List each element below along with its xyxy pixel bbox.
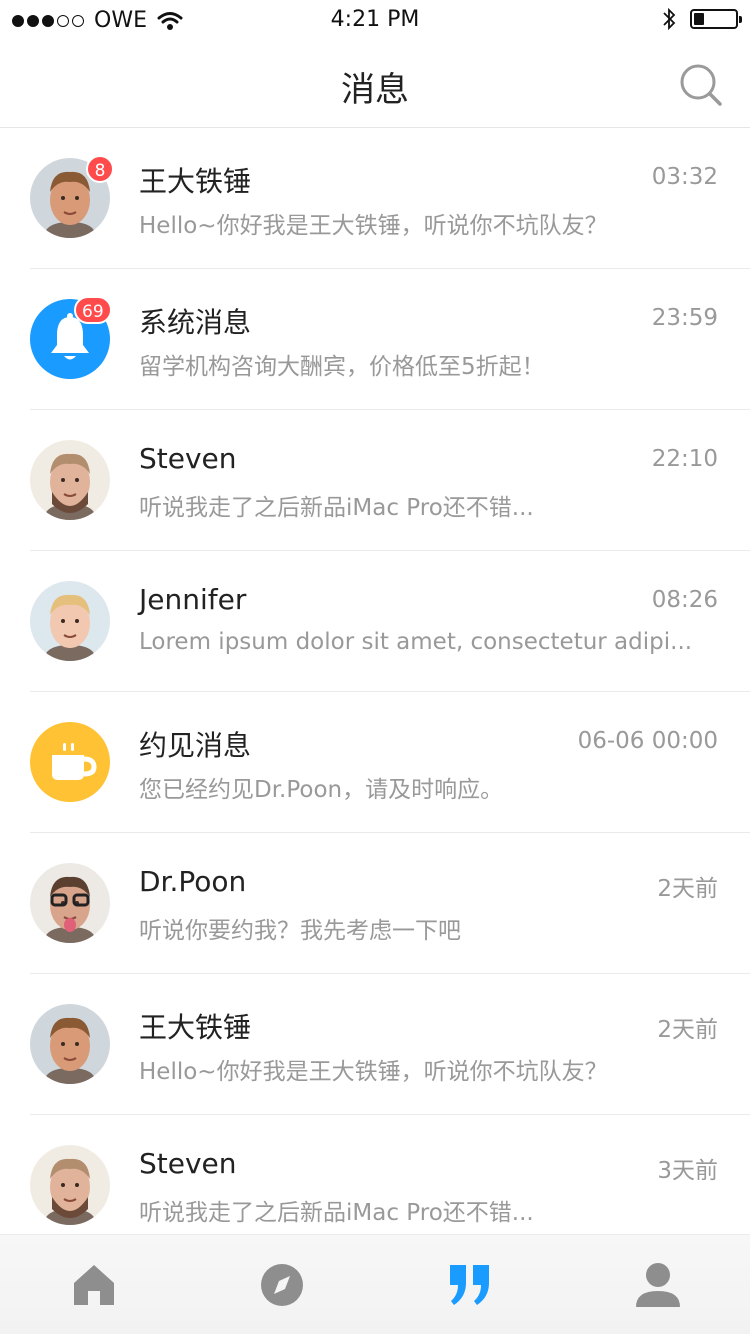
- tab-messages[interactable]: [446, 1261, 494, 1309]
- battery-icon: [690, 9, 742, 29]
- unread-badge: 69: [74, 296, 112, 324]
- bluetooth-icon: [663, 7, 676, 31]
- message-time: 03:32: [651, 164, 718, 190]
- message-preview: 听说你要约我？我先考虑一下吧: [139, 918, 461, 944]
- message-preview: 听说我走了之后新品iMac Pro还不错...: [139, 495, 534, 521]
- message-row[interactable]: 王大铁锤 2天前 Hello~你好我是王大铁锤，听说你不坑队友？: [0, 974, 750, 1115]
- message-row[interactable]: Jennifer 08:26 Lorem ipsum dolor sit amet,…: [0, 551, 750, 692]
- tab-bar: [0, 1234, 750, 1334]
- avatar: [30, 863, 110, 943]
- message-time: 23:59: [651, 305, 718, 331]
- status-bar: OWE 4:21 PM: [0, 0, 750, 40]
- page-title: 消息: [341, 70, 409, 110]
- compass-icon: [261, 1264, 303, 1306]
- message-row[interactable]: 69 系统消息 23:59 留学机构咨询大酬宾，价格低至5折起！: [0, 269, 750, 410]
- message-time: 2天前: [657, 876, 718, 902]
- contact-name: 系统消息: [139, 306, 252, 339]
- message-time: 08:26: [651, 587, 718, 613]
- contact-name: 约见消息: [139, 729, 252, 762]
- message-time: 3天前: [657, 1158, 718, 1184]
- message-preview: 您已经约见Dr.Poon，请及时响应。: [139, 777, 504, 803]
- nav-bar: 消息: [0, 40, 750, 128]
- home-icon: [74, 1265, 114, 1305]
- tab-home[interactable]: [70, 1261, 118, 1309]
- message-row[interactable]: 约见消息 06-06 00:00 您已经约见Dr.Poon，请及时响应。: [0, 692, 750, 833]
- tab-discover[interactable]: [258, 1261, 306, 1309]
- message-list: 8 王大铁锤 03:32 Hello~你好我是王大铁锤，听说你不坑队友？ 69 系统消息 2…: [0, 128, 750, 1256]
- tab-profile[interactable]: [634, 1261, 682, 1309]
- contact-name: Dr.Poon: [139, 865, 247, 898]
- quote-icon: [450, 1265, 489, 1305]
- avatar: [30, 1004, 110, 1084]
- avatar: [30, 440, 110, 520]
- coffee-icon: [30, 722, 110, 802]
- contact-name: 王大铁锤: [139, 165, 252, 198]
- contact-name: 王大铁锤: [139, 1011, 252, 1044]
- message-time: 22:10: [651, 446, 718, 472]
- message-row[interactable]: Dr.Poon 2天前听说你要约我？我先考虑一下吧: [0, 833, 750, 974]
- person-icon: [636, 1263, 680, 1307]
- search-icon[interactable]: [678, 62, 724, 108]
- avatar: [30, 581, 110, 661]
- message-time: 2天前: [657, 1017, 718, 1043]
- message-time: 06-06 00:00: [577, 728, 718, 754]
- unread-badge: 8: [86, 155, 114, 183]
- status-time: 4:21 PM: [330, 7, 420, 32]
- contact-name: Jennifer: [139, 583, 247, 616]
- avatar: [30, 1145, 110, 1225]
- message-row[interactable]: Steven 22:10 听说我走了之后新品iMac Pro还不错...: [0, 410, 750, 551]
- message-preview: Hello~你好我是王大铁锤，听说你不坑队友？: [139, 1059, 608, 1085]
- message-row[interactable]: 8 王大铁锤 03:32 Hello~你好我是王大铁锤，听说你不坑队友？: [0, 128, 750, 269]
- message-preview: Hello~你好我是王大铁锤，听说你不坑队友？: [139, 213, 608, 239]
- message-preview: Lorem ipsum dolor sit amet, consectetur …: [139, 629, 693, 655]
- contact-name: Steven: [139, 442, 237, 475]
- contact-name: Steven: [139, 1147, 237, 1180]
- message-preview: 听说我走了之后新品iMac Pro还不错...: [139, 1200, 534, 1226]
- message-preview: 留学机构咨询大酬宾，价格低至5折起！: [139, 354, 545, 380]
